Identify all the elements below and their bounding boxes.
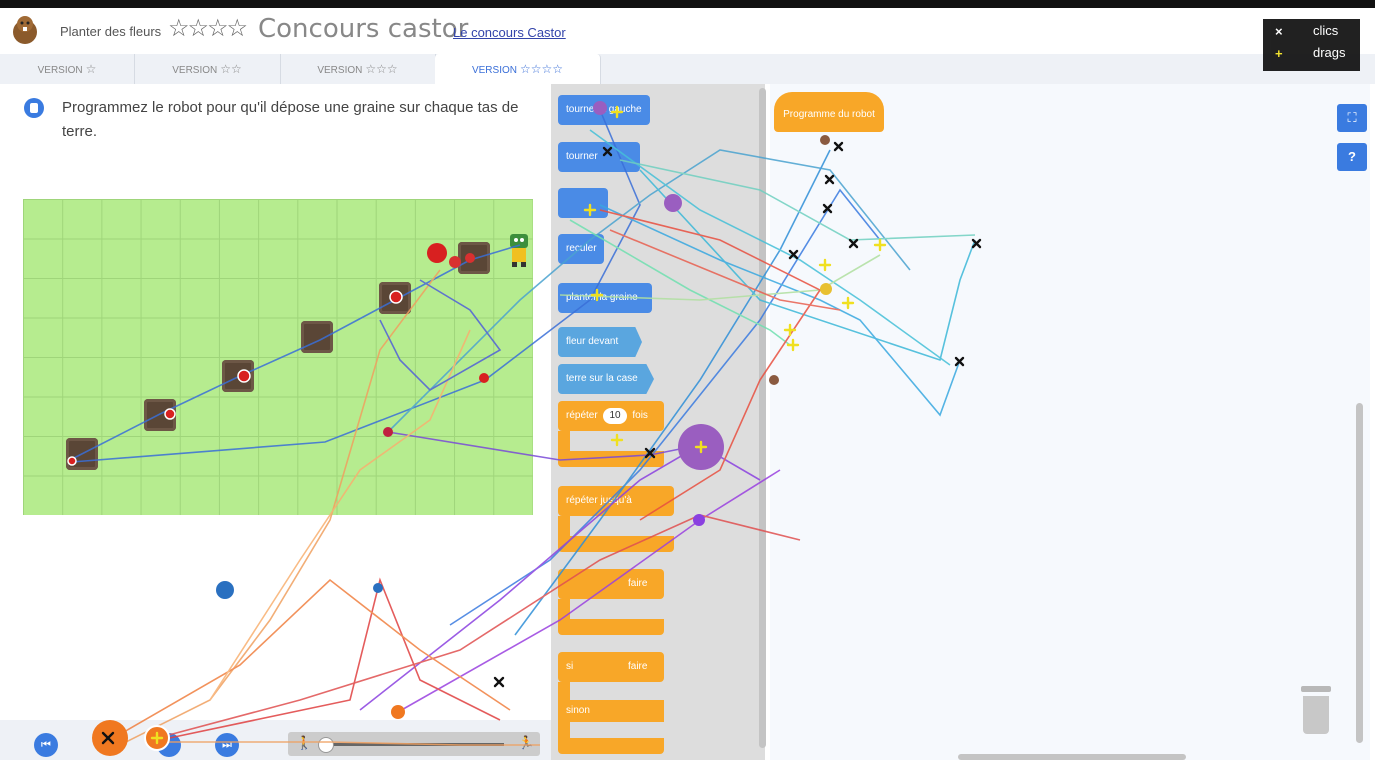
drag-marker	[391, 705, 405, 719]
instructions-icon	[24, 98, 44, 118]
trajectory-legend: × clics + drags	[1263, 19, 1360, 71]
run-icon: 🏃	[518, 735, 535, 750]
star-icon: ☆	[85, 62, 97, 76]
block-repeat-until-arm	[558, 516, 570, 538]
star-icon: ☆☆☆	[365, 62, 398, 76]
block-label: si	[566, 661, 574, 672]
robot-program-hat-block[interactable]: Programme du robot	[774, 92, 884, 132]
speed-track	[328, 743, 504, 746]
tab-version-3[interactable]: VERSION ☆☆☆	[280, 54, 436, 84]
block-repeat-arm	[558, 431, 570, 453]
step-button[interactable]	[157, 733, 181, 757]
block-forward[interactable]	[558, 188, 608, 218]
block-label: fois	[632, 410, 648, 421]
block-dirt-on-cell[interactable]: terre sur la case	[558, 364, 654, 394]
tab-version-4[interactable]: VERSION ☆☆☆☆	[435, 54, 601, 84]
tab-label: VERSION	[317, 65, 363, 76]
difficulty-stars: ☆☆☆☆	[168, 15, 248, 42]
trajectory-line	[159, 577, 501, 741]
trash-bin	[1303, 696, 1329, 734]
tab-version-2[interactable]: VERSION ☆☆	[134, 54, 281, 84]
clicks-legend-icon: ×	[1275, 24, 1283, 39]
tab-label: VERSION	[37, 65, 83, 76]
block-while-foot	[558, 619, 664, 635]
workspace-horizontal-scrollbar[interactable]	[958, 754, 1186, 760]
trash-lid	[1301, 686, 1331, 692]
block-backward[interactable]: reculer	[558, 234, 604, 264]
block-if-arm	[558, 682, 570, 700]
contest-link[interactable]: Le concours Castor	[453, 25, 566, 40]
drags-legend-label: drags	[1313, 45, 1346, 60]
block-repeat-until-foot	[558, 536, 674, 552]
tab-version-1[interactable]: VERSION ☆	[0, 54, 135, 84]
tab-label: VERSION	[471, 65, 517, 76]
speed-slider[interactable]: 🚶 🏃	[288, 732, 540, 756]
repeat-count-input[interactable]: 10	[603, 408, 627, 424]
task-instructions: Programmez le robot pour qu'il dépose un…	[62, 99, 519, 140]
fast-forward-icon[interactable]: ⏭	[215, 733, 239, 757]
beaver-logo	[13, 16, 37, 44]
rewind-icon[interactable]: ⏮	[34, 733, 58, 757]
click-marker	[373, 583, 383, 593]
version-tabs: VERSION ☆ VERSION ☆☆ VERSION ☆☆☆ VERSION ☆☆☆…	[0, 54, 1375, 84]
click-marker	[216, 581, 234, 599]
block-plant-seed[interactable]: planter la graine	[558, 283, 652, 313]
block-label: faire	[628, 661, 648, 672]
block-flower-ahead[interactable]: fleur devant	[558, 327, 642, 357]
fullscreen-icon[interactable]: ⛶	[1337, 104, 1367, 132]
speed-thumb[interactable]	[318, 737, 334, 753]
dirt-pile	[301, 321, 333, 353]
trajectory-line	[109, 578, 511, 741]
robot-grid	[23, 199, 533, 515]
block-while-do[interactable]: faire	[558, 569, 664, 599]
block-repeat-foot	[558, 451, 664, 467]
click-cross	[493, 676, 505, 688]
program-workspace[interactable]	[770, 84, 1370, 760]
trash-icon[interactable]	[1297, 686, 1335, 736]
block-label: répéter	[566, 410, 598, 421]
star-icon: ☆☆☆☆	[519, 62, 564, 76]
star-icon: ☆☆	[220, 62, 242, 76]
clicks-legend-label: clics	[1313, 23, 1339, 38]
palette-scrollbar[interactable]	[759, 88, 766, 748]
tab-label: VERSION	[172, 65, 218, 76]
block-turn-left[interactable]: tourner à gauche	[558, 95, 650, 125]
dirt-pile	[66, 438, 98, 470]
block-repeat-until[interactable]: répéter jusqu'à	[558, 486, 674, 516]
task-title: Planter des fleurs	[60, 24, 162, 39]
block-if-else[interactable]: si faire	[558, 652, 664, 682]
walk-icon: 🚶	[296, 735, 313, 750]
help-button[interactable]: ?	[1337, 143, 1367, 171]
robot-icon	[510, 234, 528, 267]
block-if-foot	[558, 738, 664, 754]
contest-title: Concours castor	[258, 14, 469, 44]
dirt-pile	[458, 242, 490, 274]
dirt-pile	[144, 399, 176, 431]
workspace-vertical-scrollbar[interactable]	[1356, 403, 1363, 743]
top-bar	[0, 0, 1375, 8]
block-while-arm	[558, 599, 570, 621]
dirt-pile	[222, 360, 254, 392]
drags-legend-icon: +	[1275, 46, 1283, 61]
block-turn-right[interactable]: tourner	[558, 142, 640, 172]
block-repeat[interactable]: répéter 10 fois	[558, 401, 664, 431]
block-else-label: sinon	[558, 700, 664, 722]
dirt-pile	[379, 282, 411, 314]
